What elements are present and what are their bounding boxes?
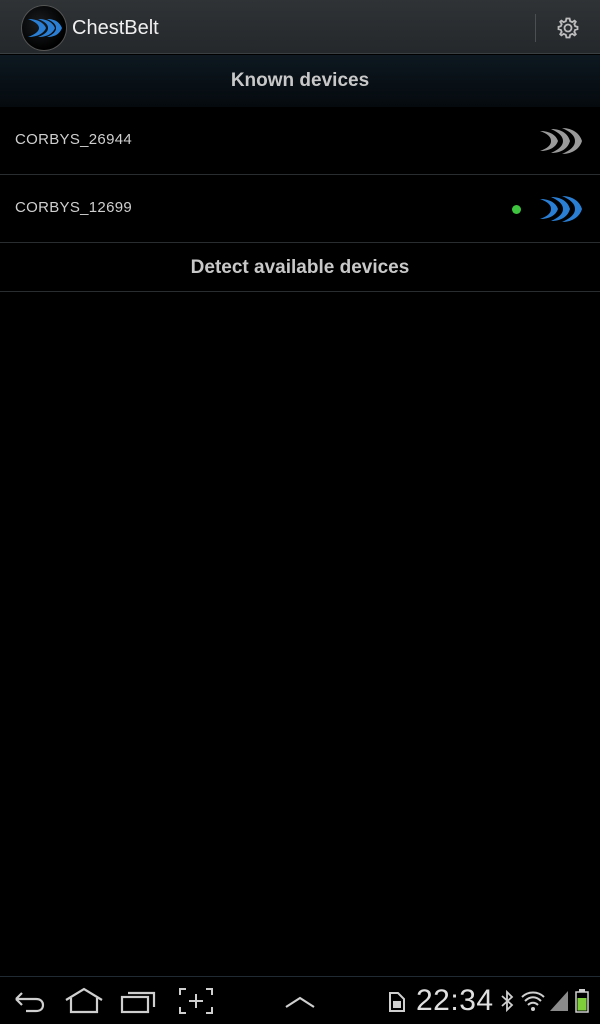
device-name: CORBYS_12699	[15, 199, 133, 216]
battery-icon	[575, 989, 589, 1013]
sd-card-icon	[389, 992, 405, 1012]
known-devices-header: Known devices	[0, 55, 600, 107]
system-nav-bar: 22:34	[0, 976, 600, 1024]
connected-status-dot	[512, 205, 521, 214]
app-title: ChestBelt	[72, 17, 159, 39]
recent-apps-icon	[120, 991, 156, 1014]
device-name: CORBYS_26944	[15, 131, 133, 148]
gear-icon	[557, 17, 579, 39]
settings-button[interactable]	[548, 10, 588, 46]
bluetooth-icon	[501, 989, 514, 1013]
clock: 22:34	[416, 984, 494, 1017]
home-icon	[65, 987, 103, 1014]
up-chevron-button[interactable]	[280, 985, 320, 1017]
home-button[interactable]	[62, 985, 103, 1017]
screenshot-icon	[179, 988, 213, 1014]
screenshot-button[interactable]	[176, 985, 216, 1017]
device-row-corbys-26944[interactable]: CORBYS_26944	[0, 107, 600, 175]
up-chevron-icon	[285, 996, 315, 1008]
signal-icon	[550, 991, 568, 1011]
chestbelt-waves-blue-icon	[540, 196, 582, 222]
app-screen: ChestBelt Known devices CORBYS_26944 COR…	[0, 0, 600, 1024]
action-bar-divider	[535, 14, 536, 42]
detect-devices-button[interactable]: Detect available devices	[0, 243, 600, 292]
back-icon	[15, 992, 45, 1013]
back-button[interactable]	[8, 985, 48, 1017]
chestbelt-waves-gray-icon	[540, 128, 582, 154]
chestbelt-logo-icon[interactable]	[22, 6, 66, 50]
device-row-corbys-12699[interactable]: CORBYS_12699	[0, 175, 600, 243]
action-bar: ChestBelt	[0, 0, 600, 54]
wifi-icon	[521, 991, 545, 1011]
recent-apps-button[interactable]	[118, 985, 158, 1017]
